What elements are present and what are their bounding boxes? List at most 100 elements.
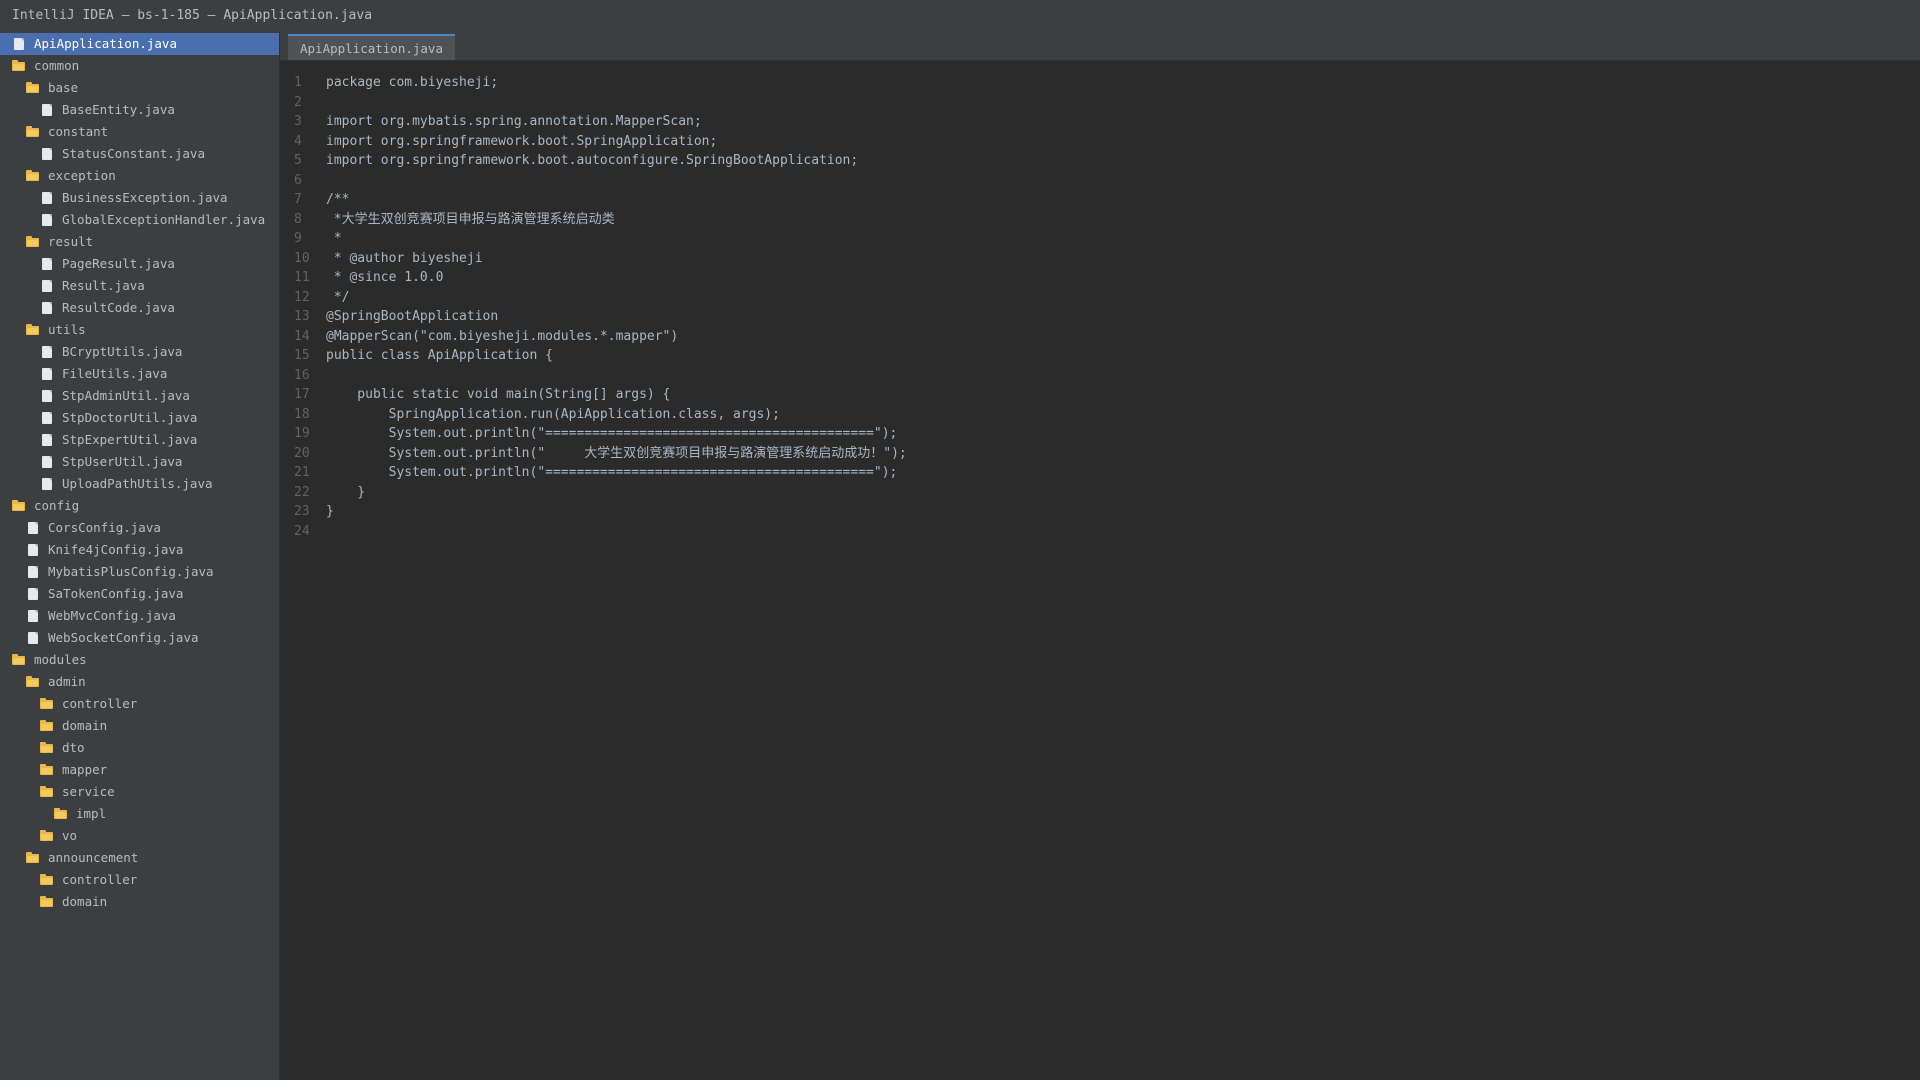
file-icon [40,301,54,315]
tree-file-item[interactable]: MybatisPlusConfig.java [0,561,279,583]
line-number: 13 [294,309,310,324]
line-number: 15 [294,348,310,363]
tree-file-item[interactable]: Knife4jConfig.java [0,539,279,561]
tree-item-label: utils [48,322,86,337]
file-icon [40,279,54,293]
tree-file-item[interactable]: StpAdminUtil.java [0,385,279,407]
folder-icon [40,697,54,711]
folder-icon [26,81,40,95]
file-icon [26,565,40,579]
project-tree[interactable]: ApiApplication.java common base BaseEntity.… [0,32,280,1080]
code-line: 8 *大学生双创竞赛项目申报与路演管理系统启动类 [280,210,1920,230]
tree-folder-item[interactable]: common [0,55,279,77]
tree-file-item[interactable]: WebSocketConfig.java [0,627,279,649]
tree-folder-item[interactable]: controller [0,869,279,891]
code-line: 11 * @since 1.0.0 [280,268,1920,288]
editor-tab[interactable]: ApiApplication.java [288,34,455,60]
tree-folder-item[interactable]: exception [0,165,279,187]
tree-file-item[interactable]: GlobalExceptionHandler.java [0,209,279,231]
tree-file-item[interactable]: SaTokenConfig.java [0,583,279,605]
code-text: * @since 1.0.0 [326,270,444,285]
tree-file-item[interactable]: ResultCode.java [0,297,279,319]
folder-icon [12,653,26,667]
code-line: 20 System.out.println(" 大学生双创竞赛项目申报与路演管理… [280,444,1920,464]
tree-item-label: StpUserUtil.java [62,454,183,469]
tree-item-label: StpDoctorUtil.java [62,410,198,425]
tree-file-item[interactable]: CorsConfig.java [0,517,279,539]
folder-icon [12,499,26,513]
code-text: *大学生双创竞赛项目申报与路演管理系统启动类 [326,211,615,227]
line-number: 1 [294,75,302,90]
tree-item-label: base [48,80,79,95]
tree-folder-item[interactable]: mapper [0,759,279,781]
tree-item-label: WebSocketConfig.java [48,630,199,645]
file-icon [40,389,54,403]
code-line: 7 /** [280,190,1920,210]
tree-folder-item[interactable]: vo [0,825,279,847]
code-line: 1 package com.biyesheji; [280,73,1920,93]
file-icon [26,543,40,557]
tree-folder-item[interactable]: controller [0,693,279,715]
tree-item-label: common [34,58,80,73]
tree-file-item[interactable]: BaseEntity.java [0,99,279,121]
tree-file-item[interactable]: StatusConstant.java [0,143,279,165]
tree-file-item[interactable]: StpExpertUtil.java [0,429,279,451]
tree-item-label: PageResult.java [62,256,175,271]
tree-folder-item[interactable]: domain [0,715,279,737]
tree-folder-item[interactable]: domain [0,891,279,913]
folder-icon [26,851,40,865]
file-icon [40,433,54,447]
tree-folder-item[interactable]: announcement [0,847,279,869]
code-text: */ [326,289,350,305]
code-text: @SpringBootApplication [326,309,499,324]
file-icon [40,477,54,491]
tree-folder-item[interactable]: constant [0,121,279,143]
tree-item-label: admin [48,674,86,689]
folder-icon [26,169,40,183]
file-icon [40,257,54,271]
code-text: public class ApiApplication { [326,348,553,363]
tree-folder-item[interactable]: modules [0,649,279,671]
folder-icon [40,873,54,887]
tree-file-item[interactable]: WebMvcConfig.java [0,605,279,627]
tree-file-item[interactable]: ApiApplication.java [0,33,279,55]
line-number: 23 [294,504,310,519]
tree-folder-item[interactable]: admin [0,671,279,693]
main-area: ApiApplication.java common base BaseEntity.… [0,32,1920,1080]
tree-file-item[interactable]: UploadPathUtils.java [0,473,279,495]
folder-icon [26,675,40,689]
tree-item-label: SaTokenConfig.java [48,586,184,601]
line-number: 12 [294,289,310,305]
code-line: 24 [280,522,1920,542]
code-text: System.out.println("====================… [326,426,898,441]
tree-item-label: domain [62,718,108,733]
tree-folder-item[interactable]: service [0,781,279,803]
tree-folder-item[interactable]: config [0,495,279,517]
tree-folder-item[interactable]: dto [0,737,279,759]
code-line: 14 @MapperScan("com.biyesheji.modules.*.m… [280,327,1920,347]
line-number: 21 [294,465,310,480]
tree-file-item[interactable]: StpDoctorUtil.java [0,407,279,429]
tree-folder-item[interactable]: result [0,231,279,253]
tree-file-item[interactable]: FileUtils.java [0,363,279,385]
tree-file-item[interactable]: Result.java [0,275,279,297]
tree-item-label: controller [62,872,138,887]
tree-folder-item[interactable]: base [0,77,279,99]
tree-item-label: StatusConstant.java [62,146,205,161]
file-icon [40,147,54,161]
file-icon [26,609,40,623]
tree-file-item[interactable]: BCryptUtils.java [0,341,279,363]
code-line: 19 System.out.println("=================… [280,424,1920,444]
tree-file-item[interactable]: StpUserUtil.java [0,451,279,473]
folder-icon [40,741,54,755]
line-number: 24 [294,523,310,539]
tree-item-label: impl [76,806,107,821]
tree-item-label: BusinessException.java [62,190,228,205]
tree-folder-item[interactable]: utils [0,319,279,341]
folder-icon [40,829,54,843]
tree-file-item[interactable]: PageResult.java [0,253,279,275]
code-editor[interactable]: 1 package com.biyesheji; 2 3 import org.myba… [280,61,1920,1080]
line-number: 11 [294,270,310,285]
tree-file-item[interactable]: BusinessException.java [0,187,279,209]
tree-folder-item[interactable]: impl [0,803,279,825]
